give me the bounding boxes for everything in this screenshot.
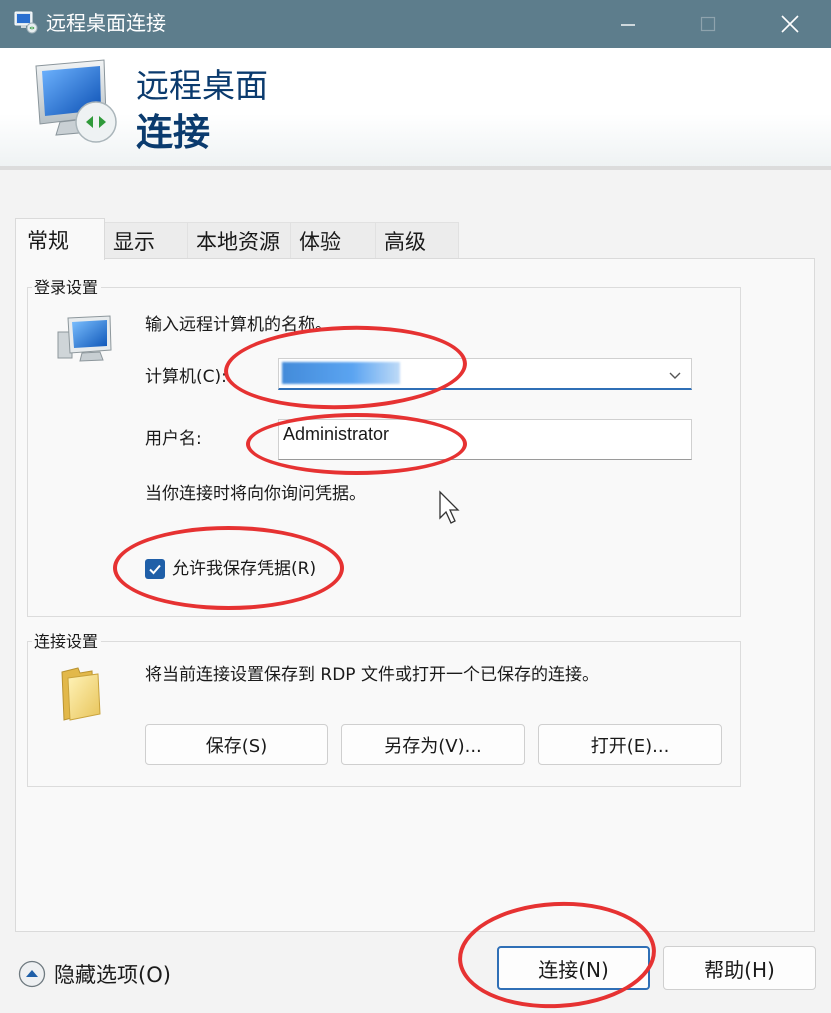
close-icon [781, 15, 799, 33]
checkmark-icon [149, 564, 161, 575]
hide-options-label[interactable]: 隐藏选项(O) [54, 961, 171, 989]
close-button[interactable] [760, 0, 820, 48]
open-button[interactable]: 打开(E)... [538, 724, 722, 765]
banner-divider [0, 166, 831, 170]
remote-desktop-app-icon [14, 10, 38, 34]
window-title: 远程桌面连接 [46, 11, 166, 35]
banner [0, 48, 831, 168]
username-input[interactable]: Administrator [278, 419, 692, 460]
username-label: 用户名: [145, 429, 202, 449]
connect-button[interactable]: 连接(N) [497, 946, 650, 990]
minimize-button[interactable] [598, 0, 658, 48]
connection-settings-description: 将当前连接设置保存到 RDP 文件或打开一个已保存的连接。 [145, 665, 599, 685]
connection-settings-label: 连接设置 [32, 632, 102, 652]
tab-general[interactable]: 常规 [15, 218, 105, 260]
computer-instruction-text: 输入远程计算机的名称。 [145, 315, 332, 335]
chevron-down-icon[interactable] [664, 365, 686, 385]
help-button[interactable]: 帮助(H) [663, 946, 816, 990]
remember-credentials-checkbox[interactable] [145, 559, 165, 579]
maximize-icon [700, 16, 716, 32]
save-as-button[interactable]: 另存为(V)... [341, 724, 525, 765]
mouse-cursor-icon [438, 490, 464, 526]
tab-local-resources[interactable]: 本地资源 [187, 222, 291, 258]
folder-icon [58, 664, 106, 722]
remote-desktop-banner-icon [30, 58, 120, 148]
minimize-icon [621, 24, 635, 26]
banner-subtitle: 连接 [136, 111, 210, 154]
computer-label: 计算机(C): [145, 367, 227, 387]
credentials-note: 当你连接时将向你询问凭据。 [145, 484, 366, 504]
hide-options-toggle-icon[interactable] [18, 960, 46, 988]
computer-icon [56, 314, 116, 366]
save-button[interactable]: 保存(S) [145, 724, 328, 765]
login-settings-label: 登录设置 [32, 278, 102, 298]
tab-experience[interactable]: 体验 [290, 222, 376, 258]
tab-display[interactable]: 显示 [104, 222, 188, 258]
computer-value-redacted [282, 362, 400, 384]
remember-credentials-label[interactable]: 允许我保存凭据(R) [172, 558, 316, 580]
connection-settings-group [27, 641, 741, 787]
banner-title: 远程桌面 [136, 66, 268, 105]
maximize-button[interactable] [678, 0, 738, 48]
tab-advanced[interactable]: 高级 [375, 222, 459, 258]
